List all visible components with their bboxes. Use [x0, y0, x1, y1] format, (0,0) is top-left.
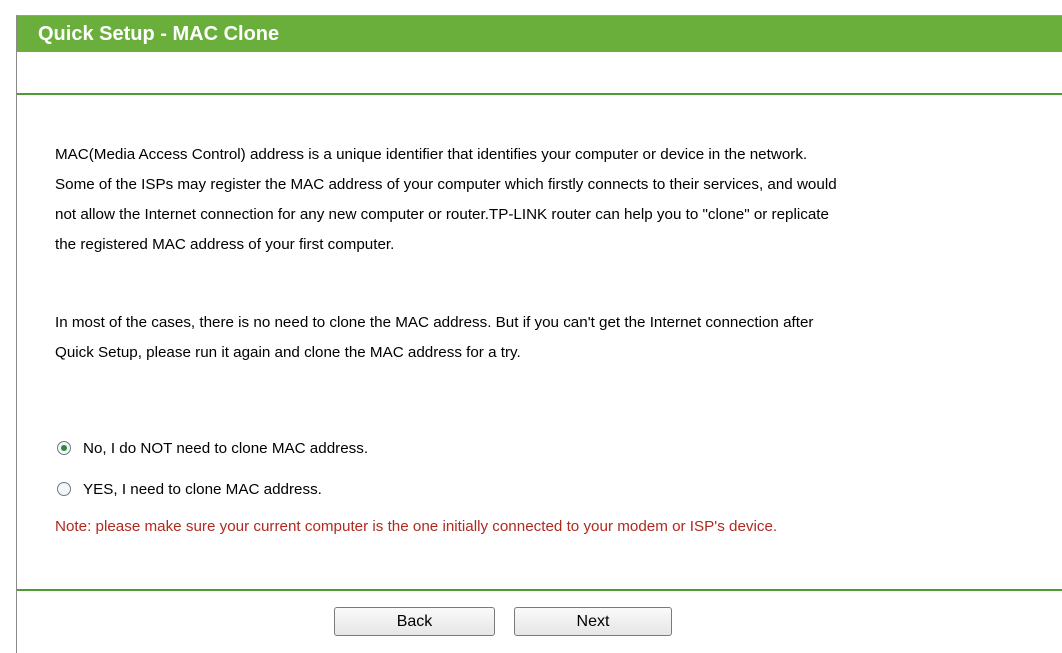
- option-yes-clone[interactable]: YES, I need to clone MAC address.: [57, 478, 322, 500]
- option-yes-clone-label[interactable]: YES, I need to clone MAC address.: [83, 481, 322, 498]
- bottom-divider: [17, 589, 1062, 591]
- clone-advice-paragraph: In most of the cases, there is no need t…: [55, 314, 814, 361]
- page-title: Quick Setup - MAC Clone: [38, 23, 280, 45]
- note-text: Note: please make sure your current comp…: [55, 518, 778, 535]
- title-bar: Quick Setup - MAC Clone: [17, 15, 1062, 52]
- mac-description-paragraph: MAC(Media Access Control) address is a u…: [55, 146, 837, 253]
- next-button[interactable]: Next: [514, 607, 672, 636]
- quick-setup-panel: Quick Setup - MAC Clone MAC(Media Access…: [16, 15, 1062, 653]
- option-no-clone-label[interactable]: No, I do NOT need to clone MAC address.: [83, 440, 368, 457]
- radio-no-clone[interactable]: [57, 441, 71, 455]
- back-button[interactable]: Back: [334, 607, 495, 636]
- top-divider: [17, 93, 1062, 95]
- option-no-clone[interactable]: No, I do NOT need to clone MAC address.: [57, 437, 368, 459]
- radio-yes-clone[interactable]: [57, 482, 71, 496]
